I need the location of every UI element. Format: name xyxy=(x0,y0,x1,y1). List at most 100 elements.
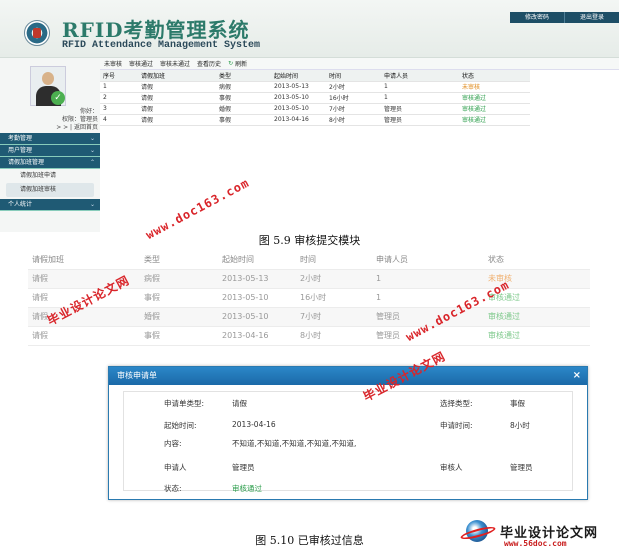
filter-unreviewed[interactable]: 未审核 xyxy=(104,59,122,68)
cell: 1 xyxy=(100,81,138,93)
table-header: 请假加班 类型 起始时间 时间 申请人员 状态 xyxy=(28,250,590,270)
req-type-label: 申请单类型: xyxy=(164,399,205,408)
app-subtitle: RFID Attendance Management System xyxy=(62,40,261,51)
cell: 请假 xyxy=(138,81,216,93)
status-value: 审核通过 xyxy=(232,484,262,493)
cell: 2013-05-10 xyxy=(271,103,326,115)
school-logo-icon xyxy=(24,20,50,46)
table-row[interactable]: 请假 事假 2013-04-16 8小时 管理员 审核通过 xyxy=(28,326,590,346)
cell: 2013-04-16 xyxy=(271,114,326,126)
cell: 事假 xyxy=(216,114,271,126)
main-panel: 未审核 审核通过 审核未通过 查看历史 ↻ 刷新 序号 请假加班 类型 起始时间… xyxy=(100,58,619,232)
filter-approved[interactable]: 审核通过 xyxy=(129,59,153,68)
cell: 1 xyxy=(372,269,484,289)
chevron-up-icon: ⌃ xyxy=(89,159,95,166)
applicant-label: 申请人 xyxy=(164,463,187,472)
select-type-value[interactable]: 事假 xyxy=(510,398,525,409)
cell: 病假 xyxy=(216,81,271,93)
refresh-button[interactable]: 刷新 xyxy=(235,59,247,68)
table-row[interactable]: 3 请假 婚假 2013-05-10 7小时 管理员 审核通过 xyxy=(100,103,530,115)
table-row[interactable]: 1 请假 病假 2013-05-13 2小时 1 未审核 xyxy=(100,81,530,93)
cell: 婚假 xyxy=(140,307,218,327)
sidebar: ✓ 你好： 权限：管理员 > > | 返回首页 考勤管理 ⌄ 用户管理 ⌄ 请假加班… xyxy=(0,58,100,232)
cell: 7小时 xyxy=(296,307,372,327)
chevron-down-icon: ⌄ xyxy=(89,147,95,154)
filter-rejected[interactable]: 审核未通过 xyxy=(160,59,190,68)
modal-header: 审核申请单 × xyxy=(109,367,587,385)
col-applicant: 申请人员 xyxy=(372,250,484,270)
logout-link[interactable]: 退出登录 xyxy=(564,12,619,23)
start-time-value: 2013-04-16 xyxy=(232,420,276,429)
reviewer-label: 审核人 xyxy=(440,463,463,472)
sidebar-item-leave[interactable]: 请假加班管理 ⌃ xyxy=(0,157,100,169)
refresh-icon[interactable]: ↻ xyxy=(228,60,233,67)
change-password-link[interactable]: 修改密码 xyxy=(510,12,564,23)
cell: 请假 xyxy=(138,114,216,126)
table-header: 序号 请假加班 类型 起始时间 时间 申请人员 状态 xyxy=(100,70,530,82)
cell: 病假 xyxy=(140,269,218,289)
app-title: RFID考勤管理系统 xyxy=(62,18,250,42)
cell: 1 xyxy=(381,81,459,93)
modal-title: 审核申请单 xyxy=(117,371,157,380)
cell: 8小时 xyxy=(326,114,381,126)
view-history[interactable]: 查看历史 xyxy=(197,59,221,68)
back-home-link[interactable]: > > | 返回首页 xyxy=(38,124,98,132)
cell: 管理员 xyxy=(381,103,459,115)
corner-logo-site: www.56doc.com xyxy=(504,539,567,548)
apply-time-value: 8小时 xyxy=(510,421,530,430)
content-label: 内容: xyxy=(164,439,182,448)
col-leave-overtime: 请假加班 xyxy=(138,70,216,82)
cell: 16小时 xyxy=(296,288,372,308)
col-start: 起始时间 xyxy=(271,70,326,82)
status-cell: 审核通过 xyxy=(484,326,590,346)
col-start: 起始时间 xyxy=(218,250,296,270)
sidebar-item-attendance[interactable]: 考勤管理 ⌄ xyxy=(0,133,100,145)
sidebar-item-personal-stats[interactable]: 个人统计 ⌄ xyxy=(0,199,100,211)
status-cell: 未审核 xyxy=(459,81,530,93)
sidebar-menu: 考勤管理 ⌄ 用户管理 ⌄ 请假加班管理 ⌃ 请假加班申请 请假加班审核 个人统计 ⌄ xyxy=(0,133,100,211)
col-type: 类型 xyxy=(140,250,218,270)
user-info: 你好： 权限：管理员 > > | 返回首页 xyxy=(38,108,98,132)
col-index: 序号 xyxy=(100,70,138,82)
cell: 请假 xyxy=(28,326,140,346)
cell: 事假 xyxy=(216,92,271,104)
greeting: 你好： xyxy=(79,108,98,115)
cell: 8小时 xyxy=(296,326,372,346)
status-label: 状态: xyxy=(164,484,182,493)
cell: 7小时 xyxy=(326,103,381,115)
check-icon: ✓ xyxy=(51,91,65,105)
cell: 2013-05-10 xyxy=(218,307,296,327)
status-cell: 审核通过 xyxy=(484,307,590,327)
status-cell: 审核通过 xyxy=(459,92,530,104)
chevron-down-icon: ⌄ xyxy=(89,135,95,142)
cell: 2013-04-16 xyxy=(218,326,296,346)
cell: 管理员 xyxy=(381,114,459,126)
sidebar-subitem-leave-apply[interactable]: 请假加班申请 xyxy=(0,169,100,183)
table-row[interactable]: 4 请假 事假 2013-04-16 8小时 管理员 审核通过 xyxy=(100,114,530,126)
col-type: 类型 xyxy=(216,70,271,82)
close-icon[interactable]: × xyxy=(573,367,581,385)
col-duration: 时间 xyxy=(296,250,372,270)
sidebar-subitem-leave-review[interactable]: 请假加班审核 xyxy=(6,183,94,197)
cell: 1 xyxy=(381,92,459,104)
cell: 请假 xyxy=(138,103,216,115)
cell: 事假 xyxy=(140,288,218,308)
figure-audit-submit: RFID考勤管理系统 RFID Attendance Management Sy… xyxy=(0,0,619,232)
col-applicant: 申请人员 xyxy=(381,70,459,82)
table-row[interactable]: 2 请假 事假 2013-05-10 16小时 1 审核通过 xyxy=(100,92,530,104)
applicant-value: 管理员 xyxy=(232,463,255,472)
cell: 婚假 xyxy=(216,103,271,115)
table-row[interactable]: 请假 婚假 2013-05-10 7小时 管理员 审核通过 xyxy=(28,307,590,327)
req-type-value: 请假 xyxy=(232,399,247,408)
permission-label: 权限：管理员 xyxy=(61,116,98,123)
sidebar-item-users[interactable]: 用户管理 ⌄ xyxy=(0,145,100,157)
select-type-label: 选择类型: xyxy=(440,399,473,408)
cell: 16小时 xyxy=(326,92,381,104)
avatar: ✓ xyxy=(30,66,66,106)
modal-body: 申请单类型: 请假 选择类型: 事假 起始时间: 2013-04-16 申请时间… xyxy=(123,391,573,493)
top-bar: 修改密码 退出登录 xyxy=(510,12,619,23)
cell: 2小时 xyxy=(326,81,381,93)
cell: 2013-05-13 xyxy=(271,81,326,93)
cell: 2 xyxy=(100,92,138,104)
cell: 事假 xyxy=(140,326,218,346)
